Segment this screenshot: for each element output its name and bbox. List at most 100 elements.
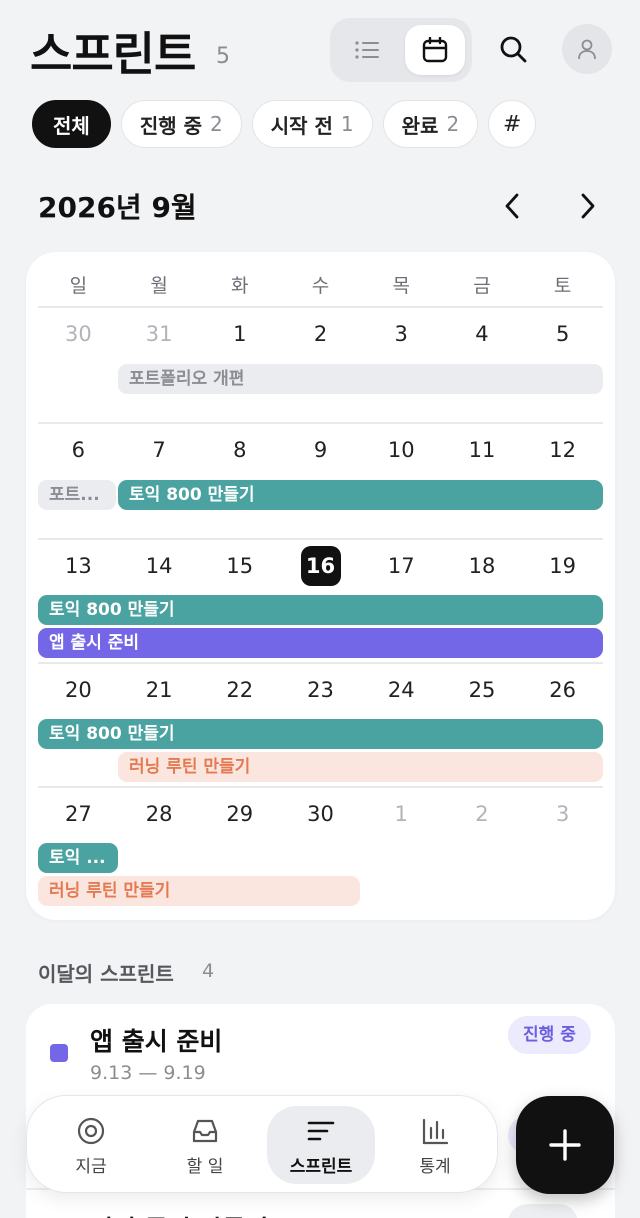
event-bar-running[interactable]: 러닝 루틴 만들기 — [118, 752, 603, 782]
page-title: 스프린트 — [30, 27, 196, 81]
weekday-label: 월 — [150, 275, 168, 297]
calendar-day[interactable]: 23 — [280, 662, 361, 718]
tab-label: 통계 — [419, 1157, 451, 1177]
calendar-day[interactable]: 13 — [38, 538, 119, 594]
sprint-lines-icon — [307, 1121, 335, 1141]
inbox-icon — [192, 1119, 218, 1143]
calendar-day[interactable]: 2 — [280, 306, 361, 362]
calendar-view-button[interactable] — [405, 25, 465, 75]
filter-chips: 전체 진행 중 2 시작 전 1 완료 2 # — [32, 100, 537, 150]
calendar-day[interactable]: 3 — [361, 306, 442, 362]
week-row: 13 14 15 16 17 18 19 — [38, 538, 603, 594]
list-view-button[interactable] — [337, 25, 397, 75]
calendar-day[interactable]: 29 — [199, 786, 280, 842]
weekday-label: 목 — [392, 275, 410, 297]
search-button[interactable] — [488, 24, 538, 74]
plus-icon — [549, 1129, 581, 1161]
tab-label: 할 일 — [186, 1157, 224, 1177]
filter-chip-count: 1 — [340, 112, 354, 136]
calendar-day[interactable]: 30 — [38, 306, 119, 362]
user-icon — [578, 39, 596, 60]
event-bar-running[interactable]: 러닝 루틴 만들기 — [38, 876, 360, 906]
calendar-day[interactable]: 27 — [38, 786, 119, 842]
chevron-right-icon — [581, 193, 595, 219]
section-count: 4 — [202, 960, 215, 982]
sprint-dates: 9.13 — 9.19 — [90, 1062, 206, 1084]
bar-chart-icon — [422, 1118, 449, 1145]
calendar-day[interactable]: 25 — [442, 662, 523, 718]
calendar-day[interactable]: 2 — [442, 786, 523, 842]
calendar-day[interactable]: 8 — [199, 422, 280, 478]
calendar-day[interactable]: 6 — [38, 422, 119, 478]
filter-chip-tag[interactable]: # — [488, 100, 537, 148]
calendar-day-today[interactable]: 16 — [280, 538, 361, 594]
tab-todo[interactable]: 할 일 — [151, 1106, 259, 1184]
calendar-day[interactable]: 20 — [38, 662, 119, 718]
calendar-day[interactable]: 15 — [199, 538, 280, 594]
month-label: 2026년 9월 — [38, 191, 197, 224]
tab-stats[interactable]: 통계 — [381, 1106, 489, 1184]
calendar-day[interactable]: 1 — [199, 306, 280, 362]
weekday-label: 화 — [231, 275, 249, 297]
filter-chip-count: 2 — [209, 112, 223, 136]
calendar-day[interactable]: 7 — [119, 422, 200, 478]
calendar-day[interactable]: 28 — [119, 786, 200, 842]
add-sprint-button[interactable] — [516, 1096, 614, 1194]
calendar-day[interactable]: 11 — [442, 422, 523, 478]
weekday-label: 토 — [553, 275, 572, 297]
calendar-icon — [422, 37, 448, 63]
calendar-day[interactable]: 19 — [522, 538, 603, 594]
hash-icon: # — [502, 111, 522, 137]
prev-month-button[interactable] — [494, 186, 530, 226]
calendar-day[interactable]: 17 — [361, 538, 442, 594]
event-bar-portfolio[interactable]: 포트... — [38, 480, 116, 510]
calendar-day[interactable]: 31 — [119, 306, 200, 362]
sprint-name: 러닝 루틴 만들기 — [90, 1210, 268, 1218]
calendar-day[interactable]: 26 — [522, 662, 603, 718]
calendar-day[interactable]: 1 — [361, 786, 442, 842]
calendar-day[interactable]: 30 — [280, 786, 361, 842]
event-bar-toeic[interactable]: 토익 800 만들기 — [118, 480, 603, 510]
calendar-day[interactable]: 21 — [119, 662, 200, 718]
weekday-header: 일 월 화 수 목 금 토 — [38, 266, 603, 306]
target-icon — [77, 1117, 105, 1145]
next-month-button[interactable] — [570, 186, 606, 226]
tab-sprint[interactable]: 스프린트 — [267, 1106, 375, 1184]
filter-chip-done[interactable]: 완료 2 — [382, 100, 479, 148]
calendar-day[interactable]: 14 — [119, 538, 200, 594]
calendar-day[interactable]: 3 — [522, 786, 603, 842]
event-bar-app-launch[interactable]: 앱 출시 준비 — [38, 628, 603, 658]
event-bar-portfolio[interactable]: 포트폴리오 개편 — [118, 364, 603, 394]
week-row: 20 21 22 23 24 25 26 — [38, 662, 603, 718]
calendar-day[interactable]: 12 — [522, 422, 603, 478]
filter-chip-not-started[interactable]: 시작 전 1 — [251, 100, 373, 148]
bottom-tab-bar: 지금 할 일 스프린트 통계 — [26, 1095, 498, 1193]
tab-now[interactable]: 지금 — [37, 1106, 145, 1184]
calendar-day[interactable]: 10 — [361, 422, 442, 478]
event-bar-toeic[interactable]: 토익 ... — [38, 843, 118, 873]
filter-chip-all[interactable]: 전체 — [32, 100, 111, 148]
calendar-day[interactable]: 18 — [442, 538, 523, 594]
weekday-label: 수 — [311, 275, 330, 297]
event-bar-toeic[interactable]: 토익 800 만들기 — [38, 719, 603, 749]
sprint-name: 앱 출시 준비 — [90, 1027, 223, 1056]
calendar-day[interactable]: 24 — [361, 662, 442, 718]
view-toggle — [330, 18, 472, 82]
weekday-label: 금 — [473, 275, 491, 297]
filter-chip-label: 시작 전 — [270, 113, 333, 138]
calendar-day[interactable]: 5 — [522, 306, 603, 362]
event-bar-toeic[interactable]: 토익 800 만들기 — [38, 595, 603, 625]
search-icon — [500, 36, 527, 63]
filter-chip-in-progress[interactable]: 진행 중 2 — [120, 100, 242, 148]
filter-chip-label: 진행 중 — [139, 113, 202, 138]
status-badge: 진행 중 — [508, 1016, 591, 1054]
profile-button[interactable] — [562, 24, 612, 74]
filter-chip-label: 전체 — [53, 113, 90, 138]
week-row: 30 31 1 2 3 4 5 — [38, 306, 603, 362]
sprint-count: 5 — [216, 44, 230, 69]
chevron-left-icon — [505, 193, 519, 219]
tab-label: 지금 — [75, 1157, 107, 1177]
calendar-day[interactable]: 9 — [280, 422, 361, 478]
calendar-day[interactable]: 4 — [442, 306, 523, 362]
calendar-day[interactable]: 22 — [199, 662, 280, 718]
